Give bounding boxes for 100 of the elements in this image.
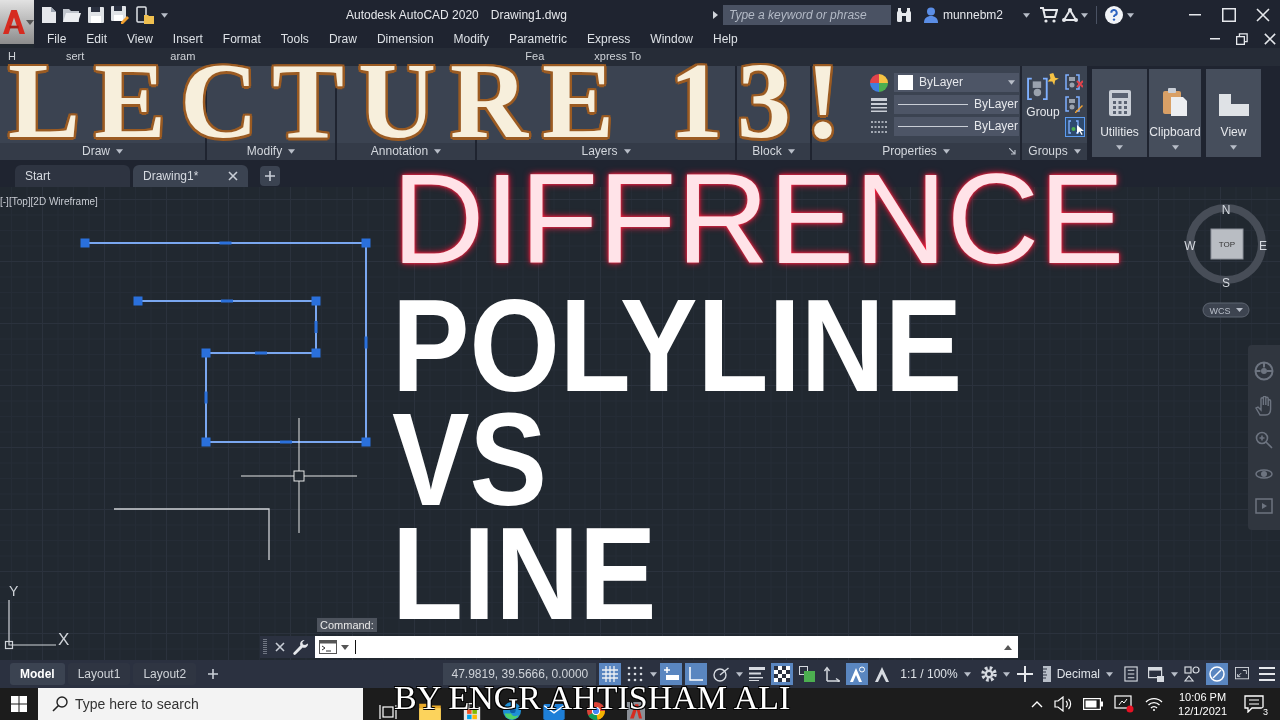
save-pencil-icon[interactable] — [111, 6, 129, 24]
bracket-cursor-icon[interactable] — [1065, 117, 1085, 137]
panel-title-button[interactable]: Layers — [581, 144, 631, 159]
panel-title-button[interactable]: Properties — [882, 144, 950, 159]
midpoint-grip[interactable] — [364, 336, 368, 349]
menu-item[interactable]: Modify — [453, 30, 489, 48]
compass-direction[interactable]: W — [1184, 239, 1196, 253]
menu-item[interactable]: View — [127, 30, 153, 48]
compass-direction[interactable]: E — [1259, 239, 1267, 253]
hand-icon[interactable] — [1255, 396, 1273, 417]
grip-handle[interactable] — [201, 348, 211, 358]
menu-item[interactable]: Tools — [280, 30, 309, 48]
bracket-x-icon[interactable] — [1065, 73, 1083, 91]
grip-handle[interactable] — [201, 437, 211, 447]
grip-handle[interactable] — [311, 296, 321, 306]
command-history-button[interactable] — [319, 640, 349, 654]
menu-item[interactable]: Draw — [328, 30, 357, 48]
grid-button[interactable] — [599, 663, 622, 685]
annotation-visibility-button[interactable] — [846, 663, 869, 685]
transparency-button[interactable] — [771, 663, 794, 685]
task-view-icon[interactable] — [379, 704, 397, 720]
annotation-scale-button[interactable]: 1:1 / 100% — [896, 663, 975, 685]
caret-icon[interactable] — [1171, 144, 1179, 150]
battery-icon[interactable] — [1083, 698, 1104, 710]
ribbon-tab[interactable]: aram — [170, 49, 196, 63]
speaker-icon[interactable] — [1054, 696, 1073, 712]
binoculars-icon[interactable] — [895, 8, 912, 22]
help-icon[interactable] — [1105, 6, 1123, 24]
cart-icon[interactable] — [1040, 7, 1058, 23]
midpoint-grip[interactable] — [219, 241, 232, 245]
units-button[interactable]: Decimal — [1038, 663, 1117, 685]
keyword-search-field[interactable]: Type a keyword or phrase — [722, 5, 891, 25]
layout-tab[interactable]: Layout2 — [133, 663, 197, 685]
menu-item[interactable]: Dimension — [376, 30, 434, 48]
ribbon-tool-button[interactable]: View — [1206, 69, 1261, 139]
panel-title-button[interactable]: Block — [752, 144, 795, 159]
close-icon[interactable] — [1264, 33, 1276, 45]
caret-up-icon[interactable] — [1004, 644, 1012, 650]
expand-arrow-icon[interactable] — [712, 11, 718, 19]
grip-handle[interactable] — [361, 238, 371, 248]
folder-icon[interactable] — [63, 8, 81, 22]
lineweight-dropdown[interactable]: ByLayer — [894, 95, 1019, 114]
caret-icon[interactable] — [1236, 308, 1243, 312]
caret-icon[interactable] — [161, 12, 168, 18]
coordinate-system-button[interactable]: WCS — [1202, 302, 1250, 318]
caret-icon[interactable] — [1230, 144, 1237, 150]
menu-item[interactable]: Format — [222, 30, 261, 48]
clock-date[interactable]: 12/1/2021 — [1178, 704, 1227, 718]
grip-handle[interactable] — [361, 437, 371, 447]
application-menu-button[interactable] — [0, 0, 34, 44]
corner-arrow-icon[interactable] — [1009, 148, 1016, 155]
grip-dots-icon[interactable] — [263, 639, 267, 655]
ribbon-tab[interactable]: Fea — [525, 49, 545, 63]
ribbon-tab[interactable]: sert — [65, 49, 85, 63]
panel-title-button[interactable]: Groups — [1028, 144, 1081, 159]
view-cube-button[interactable]: TOP — [1210, 228, 1244, 260]
menu-item[interactable]: Insert — [172, 30, 203, 48]
ribbon-tab[interactable]: H — [8, 49, 16, 63]
dynamic-input-button[interactable] — [660, 663, 683, 685]
layout-tab[interactable]: Model — [10, 663, 65, 685]
grip-handle[interactable] — [80, 238, 90, 248]
zoom-icon[interactable] — [1255, 431, 1273, 450]
isolate-button[interactable] — [1181, 663, 1203, 685]
chevron-up-icon[interactable] — [1031, 700, 1044, 708]
layout-tab[interactable]: Layout1 — [67, 663, 131, 685]
wifi-icon[interactable] — [1145, 697, 1164, 711]
taskbar-search-field[interactable]: Type here to search — [38, 688, 363, 720]
restore-icon[interactable] — [1236, 33, 1248, 45]
menu-item[interactable]: Window — [650, 30, 693, 48]
caret-icon[interactable] — [1127, 12, 1134, 18]
wrench-icon[interactable] — [293, 639, 309, 655]
midpoint-grip[interactable] — [204, 391, 208, 404]
compass-direction[interactable]: S — [1222, 276, 1230, 290]
menu-item[interactable]: Edit — [86, 30, 108, 48]
panel-title-button[interactable]: Draw — [82, 144, 123, 159]
menu-item[interactable]: Express — [586, 30, 631, 48]
new-tab-button[interactable] — [260, 166, 280, 186]
ribbon-tool-button[interactable]: Utilities — [1092, 69, 1147, 139]
menu-item[interactable]: Help — [713, 30, 738, 48]
midpoint-grip[interactable] — [314, 321, 318, 333]
viewport-label[interactable]: [-][Top][2D Wireframe] — [0, 196, 98, 208]
user-account-button[interactable]: munnebm2 — [923, 7, 1030, 23]
close-icon[interactable] — [275, 642, 285, 652]
device-folder-icon[interactable] — [136, 6, 154, 24]
grip-handle[interactable] — [311, 348, 321, 358]
linetype-dropdown[interactable]: ByLayer — [894, 117, 1019, 136]
group-button[interactable]: Group — [1025, 73, 1061, 143]
compass-direction[interactable]: N — [1221, 203, 1231, 217]
ribbon-tab[interactable]: xpress To — [594, 49, 642, 63]
new-file-icon[interactable] — [42, 7, 56, 23]
lines-icon[interactable] — [871, 97, 887, 112]
midpoint-grip[interactable] — [255, 351, 267, 355]
film-icon[interactable] — [1255, 498, 1273, 515]
color-wheel-icon[interactable] — [870, 73, 888, 92]
caret-icon[interactable] — [1081, 12, 1088, 18]
ortho-button[interactable] — [685, 663, 708, 685]
hardware-acceleration-button[interactable] — [1206, 663, 1228, 685]
midpoint-grip[interactable] — [221, 299, 233, 303]
panel-title-button[interactable]: Annotation — [370, 144, 442, 159]
panel-title-button[interactable]: Modify — [246, 144, 296, 159]
